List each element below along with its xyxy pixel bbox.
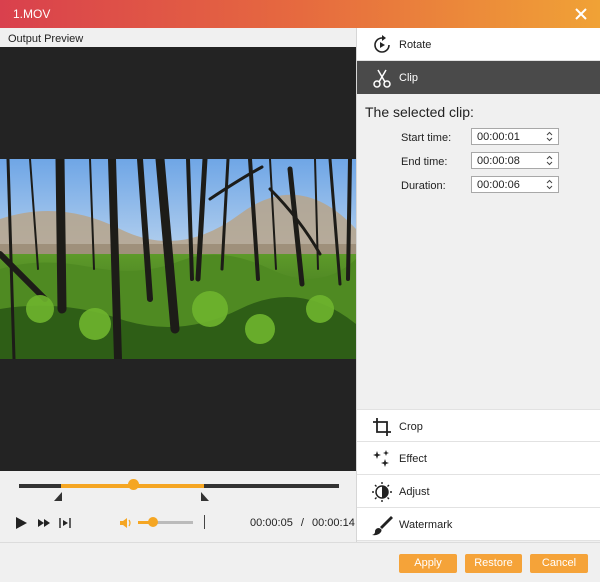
start-time-label: Start time: <box>401 132 452 144</box>
restore-button[interactable]: Restore <box>465 554 522 573</box>
duration-input[interactable]: 00:00:06 <box>471 176 559 193</box>
duration-label: Duration: <box>401 180 446 192</box>
crop-icon <box>373 418 391 436</box>
player-controls: 00:00:05 / 00:00:14 <box>0 471 356 542</box>
start-time-value: 00:00:01 <box>477 131 520 143</box>
tool-panel: Rotate Clip The selected clip: Start tim… <box>356 28 600 542</box>
controls-divider <box>204 515 205 529</box>
volume-icon[interactable] <box>118 515 134 531</box>
title-bar: 1.MOV <box>0 0 600 28</box>
close-icon[interactable] <box>572 5 590 23</box>
tool-rotate[interactable]: Rotate <box>357 28 600 61</box>
clip-end-marker[interactable] <box>201 492 209 501</box>
spinner-arrows-icon[interactable] <box>546 179 553 190</box>
time-readout: 00:00:05 / 00:00:14 <box>250 517 355 529</box>
edit-window: 1.MOV Output Preview 00:00:05 / 00:00:14… <box>0 0 600 582</box>
video-frame-image <box>0 159 356 359</box>
clip-heading: The selected clip: <box>365 104 474 120</box>
play-icon[interactable] <box>13 515 29 531</box>
apply-button[interactable]: Apply <box>399 554 457 573</box>
start-time-input[interactable]: 00:00:01 <box>471 128 559 145</box>
rotate-icon <box>374 35 390 53</box>
duration-value: 00:00:06 <box>477 179 520 191</box>
end-time-label: End time: <box>401 156 448 168</box>
tool-effect-label: Effect <box>399 453 427 465</box>
scissors-icon <box>373 69 391 88</box>
time-separator: / <box>300 517 304 529</box>
current-time: 00:00:05 <box>250 517 293 529</box>
tool-effect[interactable]: Effect <box>357 442 600 475</box>
tool-clip-label: Clip <box>399 72 418 84</box>
volume-handle[interactable] <box>148 517 158 527</box>
brush-icon <box>372 516 393 536</box>
tool-rotate-label: Rotate <box>399 39 432 51</box>
video-preview <box>0 47 356 471</box>
output-preview-label: Output Preview <box>8 33 84 45</box>
sparkle-icon <box>373 450 389 467</box>
tool-adjust-label: Adjust <box>399 486 430 498</box>
tool-adjust[interactable]: Adjust <box>357 475 600 508</box>
fast-forward-icon[interactable] <box>36 515 52 531</box>
dialog-footer: Apply Restore Cancel <box>0 542 600 582</box>
window-title: 1.MOV <box>13 7 51 21</box>
spinner-arrows-icon[interactable] <box>546 131 553 142</box>
end-time-input[interactable]: 00:00:08 <box>471 152 559 169</box>
tool-clip[interactable]: Clip <box>357 61 600 94</box>
playhead-handle[interactable] <box>128 479 139 490</box>
tool-crop-label: Crop <box>399 421 423 433</box>
end-time-value: 00:00:08 <box>477 155 520 167</box>
spinner-arrows-icon[interactable] <box>546 155 553 166</box>
tool-crop[interactable]: Crop <box>357 409 600 442</box>
volume-slider[interactable] <box>138 521 193 524</box>
total-time: 00:00:14 <box>312 517 355 529</box>
brightness-icon <box>372 482 392 502</box>
tool-watermark[interactable]: Watermark <box>357 508 600 541</box>
cancel-button[interactable]: Cancel <box>530 554 588 573</box>
frame-step-icon[interactable] <box>57 515 73 531</box>
clip-start-marker[interactable] <box>54 492 62 501</box>
tool-watermark-label: Watermark <box>399 519 453 531</box>
timeline-track[interactable] <box>19 484 339 488</box>
